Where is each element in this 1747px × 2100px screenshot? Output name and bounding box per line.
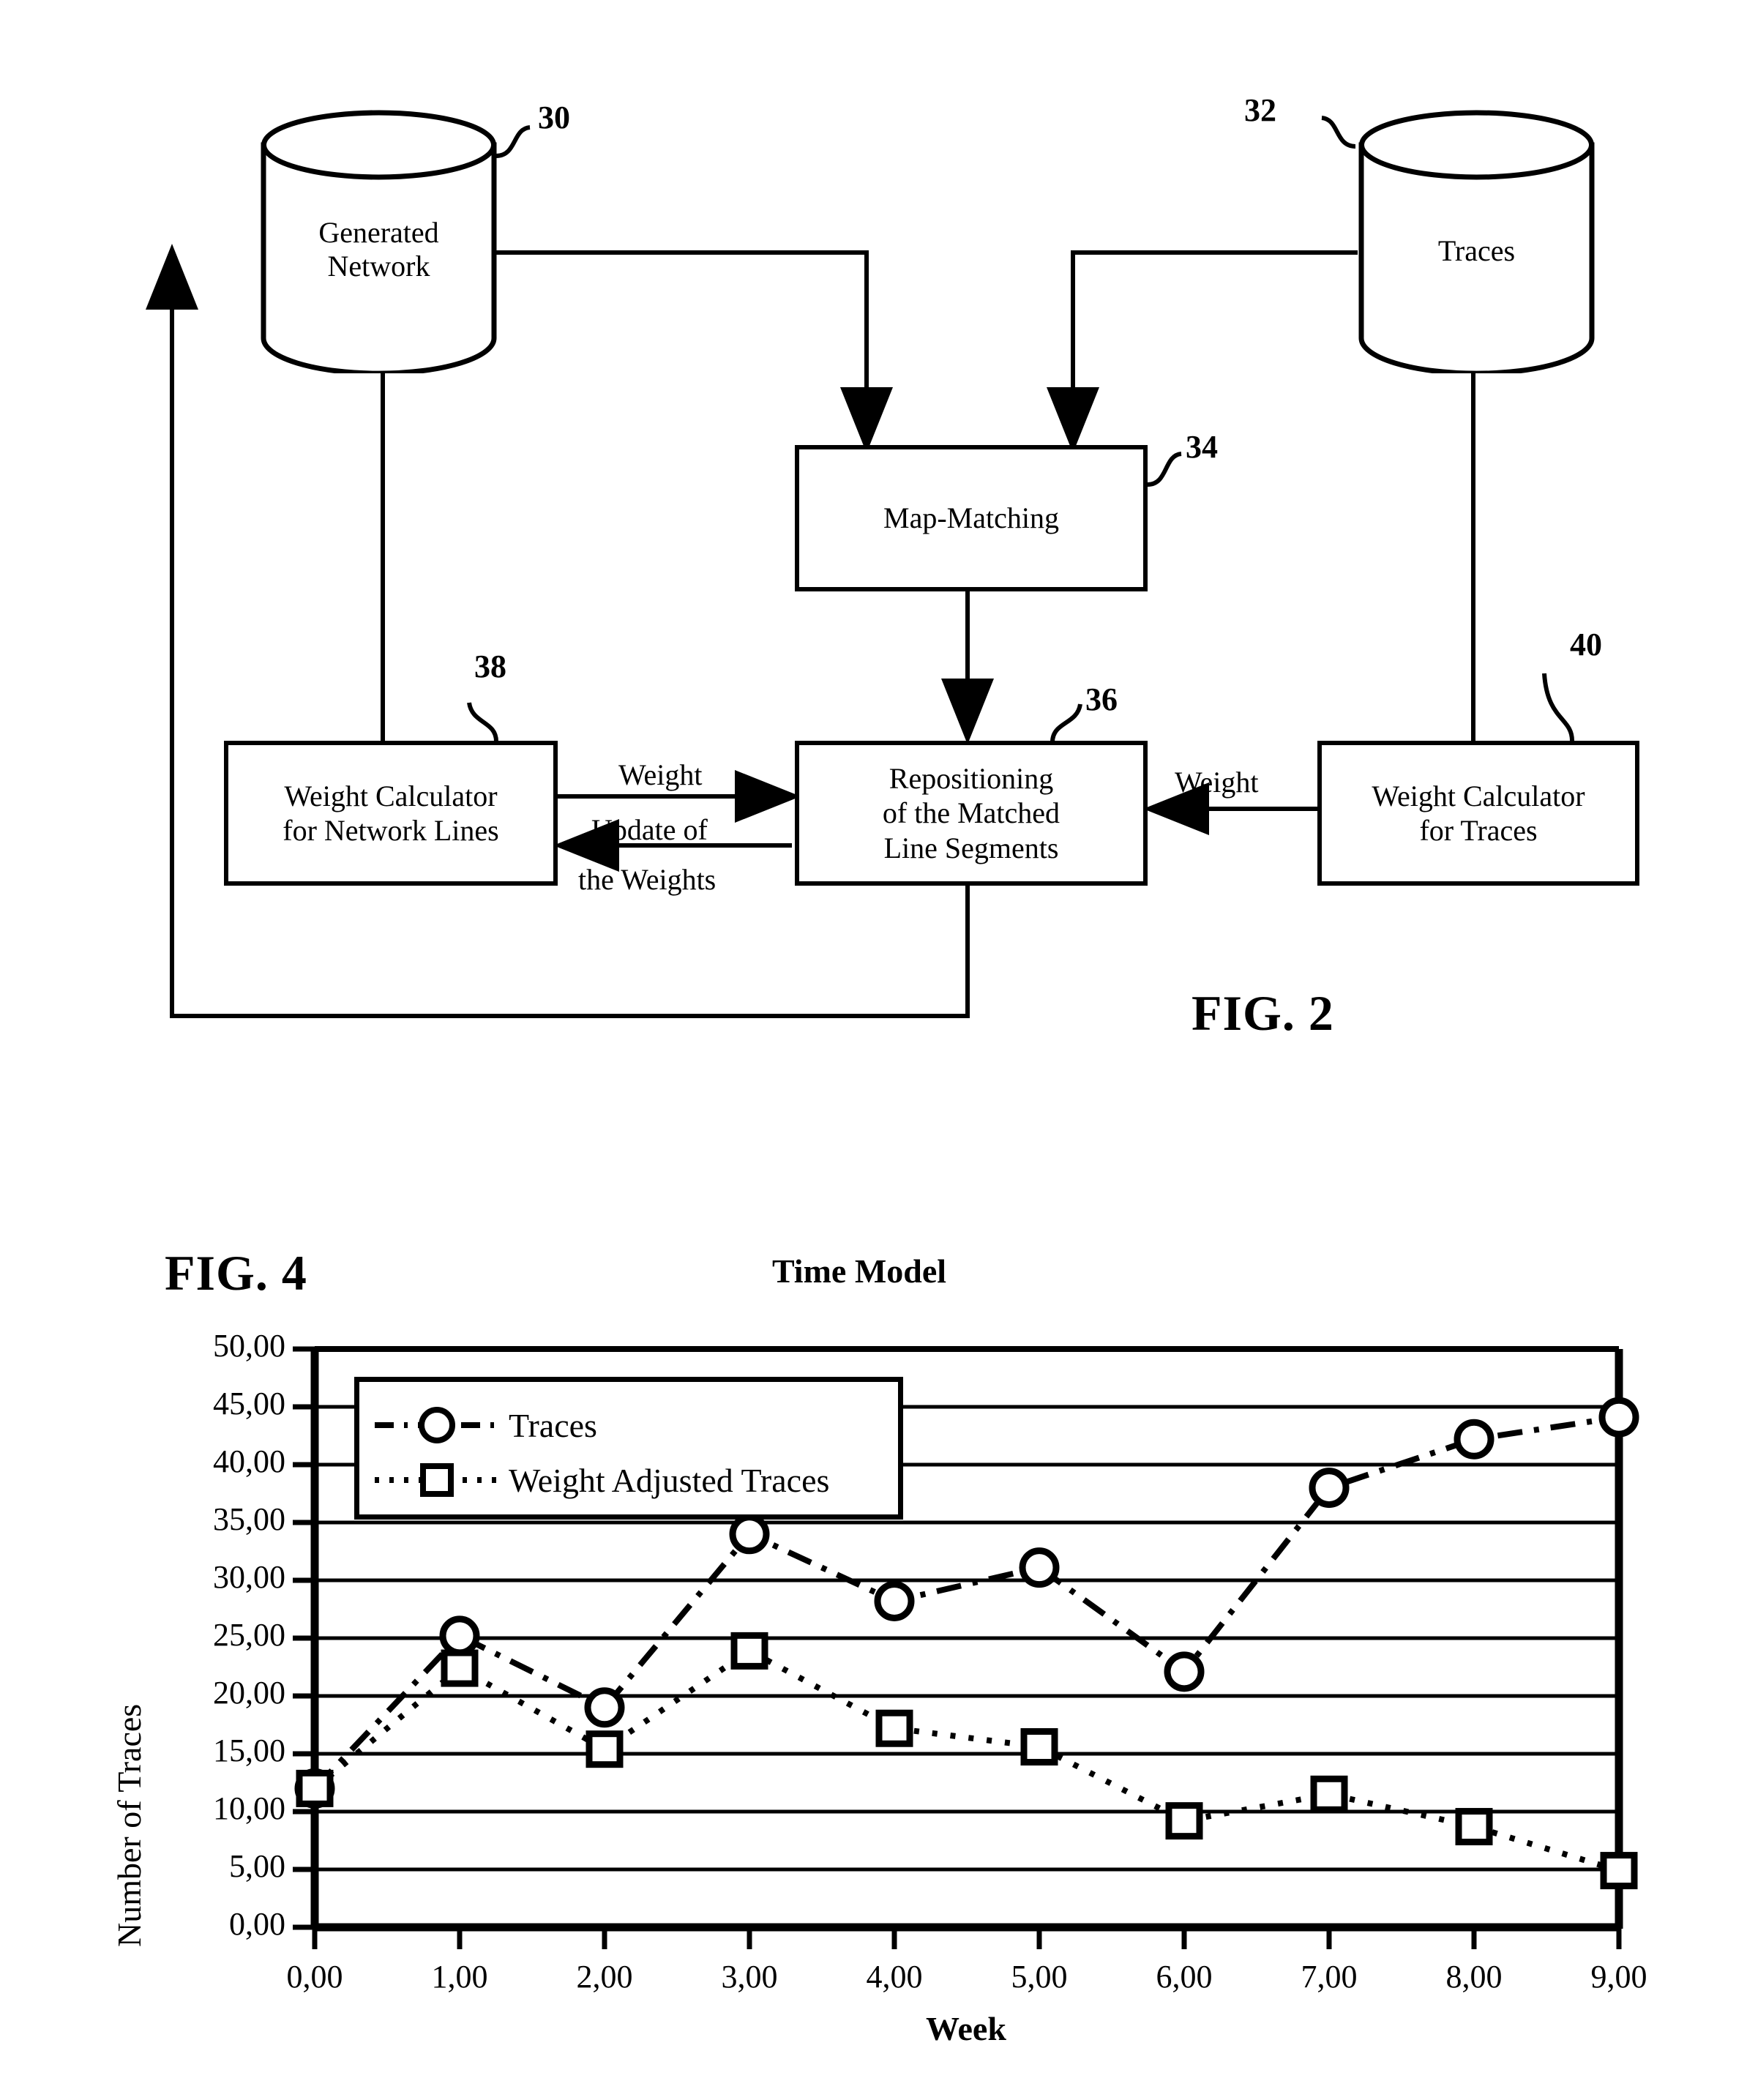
chart-plot-area — [293, 1346, 1639, 1949]
figure-4: FIG. 4 Time Model Number of Traces Week … — [0, 1171, 1747, 2100]
legend-label-traces: Traces — [509, 1406, 597, 1444]
figure-2-label: FIG. 2 — [1192, 985, 1334, 1041]
node-traces: Traces — [1358, 110, 1596, 373]
reference-number-38: 38 — [474, 649, 506, 684]
legend-swatch-weight-adjusted-icon — [375, 1463, 499, 1497]
node-map-matching-label: Map-Matching — [883, 501, 1059, 535]
legend-entry-traces: Traces — [373, 1396, 597, 1454]
node-weight-calculator-traces: Weight Calculator for Traces — [1317, 741, 1639, 886]
reference-number-34: 34 — [1186, 429, 1218, 465]
legend-swatch-traces-icon — [375, 1407, 499, 1443]
node-generated-network: Generated Network — [260, 110, 498, 373]
reference-number-32: 32 — [1244, 92, 1276, 128]
legend-entry-weight-adjusted-traces: Weight Adjusted Traces — [373, 1451, 829, 1509]
node-weight-calculator-network-lines: Weight Calculator for Network Lines — [224, 741, 558, 886]
reference-number-36: 36 — [1085, 681, 1118, 717]
figure-2: Generated Network 30 Traces 32 Map-Match… — [0, 0, 1747, 1113]
reference-number-40: 40 — [1570, 627, 1602, 662]
node-map-matching: Map-Matching — [795, 445, 1148, 591]
node-repositioning: Repositioning of the Matched Line Segmen… — [795, 741, 1148, 886]
node-weight-calculator-network-lines-label: Weight Calculator for Network Lines — [283, 779, 499, 847]
node-repositioning-label: Repositioning of the Matched Line Segmen… — [882, 762, 1060, 864]
edge-label-weight-left: Weight — [618, 758, 703, 791]
node-traces-label: Traces — [1437, 234, 1516, 267]
legend-label-weight-adjusted-traces: Weight Adjusted Traces — [509, 1461, 830, 1499]
node-weight-calculator-traces-label: Weight Calculator for Traces — [1372, 779, 1585, 847]
reference-number-30: 30 — [538, 100, 570, 135]
edge-label-the-weights: the Weights — [578, 863, 717, 896]
edge-label-update-of: Update of — [591, 813, 708, 846]
node-generated-network-label: Generated Network — [318, 216, 439, 283]
edge-label-weight-right: Weight — [1175, 766, 1259, 799]
